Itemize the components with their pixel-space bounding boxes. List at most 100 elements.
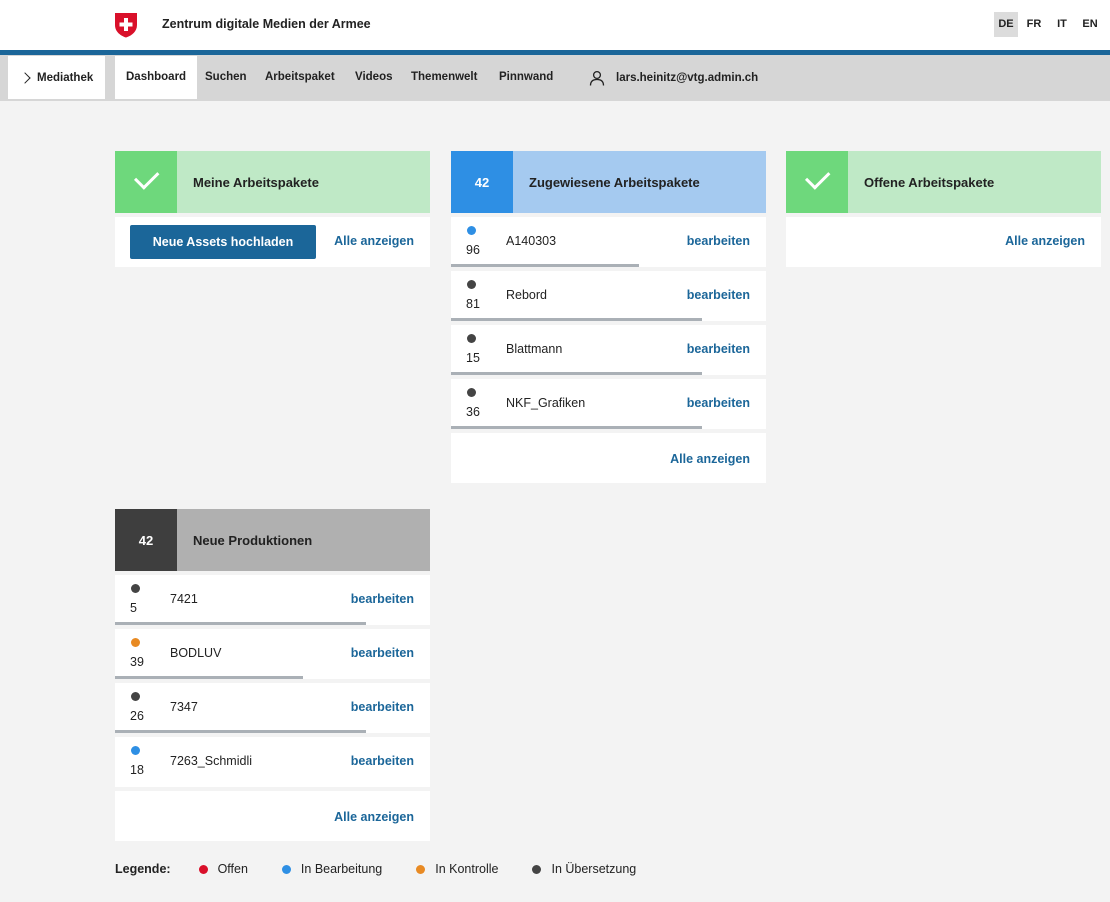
user-menu[interactable]: lars.heinitz@vtg.admin.ch — [589, 56, 758, 99]
nav-item-arbeitspaket[interactable]: Arbeitspaket — [265, 56, 335, 99]
legend-item-label: Offen — [217, 862, 248, 876]
show-all-link[interactable]: Alle anzeigen — [1005, 234, 1085, 248]
top-header: Zentrum digitale Medien der Armee DE FR … — [0, 0, 1110, 50]
lang-fr[interactable]: FR — [1022, 12, 1046, 37]
item-count: 96 — [466, 243, 480, 257]
edit-link[interactable]: bearbeiten — [351, 700, 414, 714]
card-meine-arbeitspakete: Meine Arbeitspakete Neue Assets hochlade… — [115, 151, 430, 267]
progress-bar — [451, 426, 702, 429]
progress-bar — [451, 264, 639, 267]
language-switcher: DE FR IT EN — [990, 12, 1102, 37]
item-count: 5 — [130, 601, 137, 615]
legend-item-in-kontrolle: In Kontrolle — [416, 862, 498, 876]
lang-en[interactable]: EN — [1078, 12, 1102, 37]
edit-link[interactable]: bearbeiten — [351, 754, 414, 768]
swiss-coat-of-arms-icon[interactable] — [114, 12, 138, 38]
legend-item-in-bearbeitung: In Bearbeitung — [281, 862, 383, 876]
edit-link[interactable]: bearbeiten — [351, 646, 414, 660]
check-icon — [133, 164, 160, 190]
status-dot — [467, 226, 476, 235]
nav-mediathek-label: Mediathek — [37, 71, 94, 84]
card-footer: Alle anzeigen — [115, 791, 430, 841]
card-actions: Neue Assets hochladen Alle anzeigen — [115, 217, 430, 267]
item-count: 39 — [130, 655, 144, 669]
edit-link[interactable]: bearbeiten — [687, 396, 750, 410]
edit-link[interactable]: bearbeiten — [687, 234, 750, 248]
list-item[interactable]: 81 Rebord bearbeiten — [451, 271, 766, 321]
status-dot — [467, 334, 476, 343]
list-item[interactable]: 39 BODLUV bearbeiten — [115, 629, 430, 679]
progress-bar — [115, 622, 366, 625]
legend-item-offen: Offen — [198, 862, 248, 876]
list-item[interactable]: 18 7263_Schmidli bearbeiten — [115, 737, 430, 787]
list-item[interactable]: 36 NKF_Grafiken bearbeiten — [451, 379, 766, 429]
lang-de[interactable]: DE — [994, 12, 1018, 37]
status-dot — [467, 388, 476, 397]
user-email: lars.heinitz@vtg.admin.ch — [616, 71, 759, 84]
legend-item-label: In Übersetzung — [551, 862, 637, 876]
item-name: Rebord — [506, 288, 547, 302]
card-header: Meine Arbeitspakete — [115, 151, 430, 213]
card-header: 42 Zugewiesene Arbeitspakete — [451, 151, 766, 213]
card-status-box — [786, 151, 848, 213]
card-header: Offene Arbeitspakete — [786, 151, 1101, 213]
list-item[interactable]: 5 7421 bearbeiten — [115, 575, 430, 625]
show-all-link[interactable]: Alle anzeigen — [334, 810, 414, 824]
item-name: 7347 — [170, 700, 198, 714]
item-name: NKF_Grafiken — [506, 396, 586, 410]
item-name: 7421 — [170, 592, 198, 606]
status-dot — [131, 692, 140, 701]
item-name: 7263_Schmidli — [170, 754, 252, 768]
nav-mediathek[interactable]: Mediathek — [8, 56, 105, 99]
list-item[interactable]: 96 A140303 bearbeiten — [451, 217, 766, 267]
nav-item-dashboard[interactable]: Dashboard — [115, 56, 198, 99]
item-name: Blattmann — [506, 342, 563, 356]
show-all-link[interactable]: Alle anzeigen — [334, 234, 414, 248]
nav-item-pinnwand[interactable]: Pinnwand — [499, 56, 553, 99]
nav-item-videos[interactable]: Videos — [355, 56, 393, 99]
user-icon — [589, 70, 605, 86]
card-zugewiesene-arbeitspakete: 42 Zugewiesene Arbeitspakete 96 A140303 … — [451, 151, 766, 483]
card-offene-arbeitspakete: Offene Arbeitspakete Alle anzeigen — [786, 151, 1101, 267]
progress-bar — [115, 730, 366, 733]
legend-label: Legende: — [115, 862, 171, 876]
item-count: 15 — [466, 351, 480, 365]
status-dot — [281, 864, 291, 874]
card-actions: Alle anzeigen — [786, 217, 1101, 267]
edit-link[interactable]: bearbeiten — [687, 342, 750, 356]
site-title[interactable]: Zentrum digitale Medien der Armee — [162, 17, 371, 31]
card-footer: Alle anzeigen — [451, 433, 766, 483]
card-title: Zugewiesene Arbeitspakete — [513, 151, 766, 213]
check-icon — [804, 164, 831, 190]
card-count-box: 42 — [115, 509, 177, 571]
edit-link[interactable]: bearbeiten — [351, 592, 414, 606]
progress-bar — [115, 676, 303, 679]
progress-bar — [451, 318, 702, 321]
status-dot — [131, 746, 140, 755]
upload-assets-button[interactable]: Neue Assets hochladen — [130, 225, 316, 259]
item-name: BODLUV — [170, 646, 222, 660]
card-title: Neue Produktionen — [177, 509, 430, 571]
item-name: A140303 — [506, 234, 557, 248]
item-count: 26 — [130, 709, 144, 723]
show-all-link[interactable]: Alle anzeigen — [670, 452, 750, 466]
card-title: Offene Arbeitspakete — [848, 151, 1101, 213]
status-dot — [416, 864, 426, 874]
list-item[interactable]: 15 Blattmann bearbeiten — [451, 325, 766, 375]
legend-item-label: In Bearbeitung — [300, 862, 383, 876]
progress-bar — [451, 372, 702, 375]
nav-item-themenwelt[interactable]: Themenwelt — [411, 56, 477, 99]
card-status-box — [115, 151, 177, 213]
legend: Legende: Offen In Bearbeitung In Kontrol… — [115, 862, 670, 876]
lang-it[interactable]: IT — [1050, 12, 1074, 37]
chevron-right-icon — [19, 71, 31, 84]
item-count: 36 — [466, 405, 480, 419]
status-dot — [467, 280, 476, 289]
edit-link[interactable]: bearbeiten — [687, 288, 750, 302]
card-count-box: 42 — [451, 151, 513, 213]
status-dot — [198, 864, 208, 874]
list-item[interactable]: 26 7347 bearbeiten — [115, 683, 430, 733]
nav-item-suchen[interactable]: Suchen — [205, 56, 247, 99]
card-header: 42 Neue Produktionen — [115, 509, 430, 571]
main-nav: Mediathek Dashboard Suchen Arbeitspaket … — [0, 55, 1110, 101]
